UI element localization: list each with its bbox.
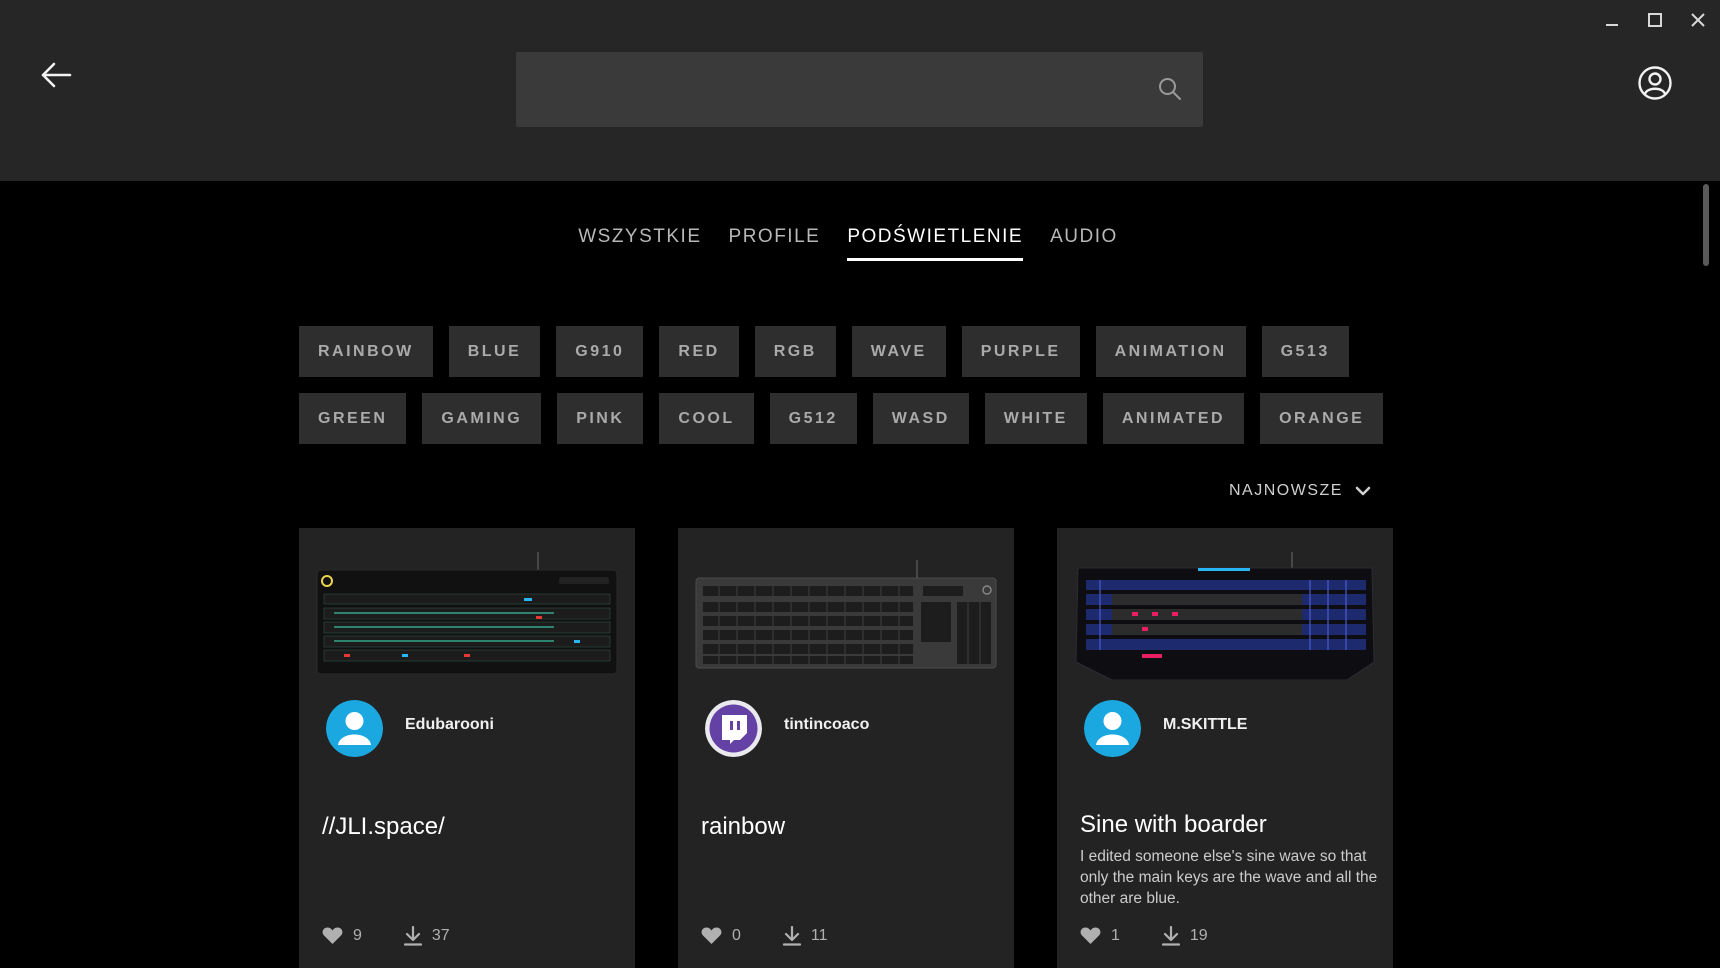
likes-stat[interactable]: 1 [1080,927,1120,945]
card-username[interactable]: M.SKITTLE [1163,716,1247,734]
downloads-count: 19 [1189,927,1208,944]
sort-dropdown[interactable]: NAJNOWSZE [1229,482,1371,500]
chevron-down-icon [1355,486,1371,496]
downloads-stat[interactable]: 37 [403,926,450,946]
scrollbar[interactable] [1703,181,1711,968]
downloads-stat[interactable]: 11 [782,926,828,946]
card-stats: 1 19 [1080,926,1208,946]
card-stats: 9 37 [322,926,450,946]
tab-profile[interactable]: PROFILE [729,226,821,261]
heart-icon [1080,927,1101,944]
category-tabs: WSZYSTKIE PROFILE PODŚWIETLENIE AUDIO [0,226,1720,261]
tag-chip[interactable]: WASD [872,393,969,444]
download-icon [782,926,801,946]
app-header [0,0,1720,181]
avatar[interactable] [326,700,383,757]
search-input[interactable] [516,52,1203,127]
downloads-count: 37 [431,927,450,944]
tab-wszystkie[interactable]: WSZYSTKIE [578,226,701,261]
twitch-avatar[interactable] [705,700,762,757]
tag-chip[interactable]: ANIMATION [1095,326,1246,377]
card-title: rainbow [701,813,786,840]
search-icon[interactable] [1157,76,1183,102]
keyboard-image [693,550,999,680]
likes-count: 1 [1111,927,1120,944]
user-account-icon[interactable] [1637,65,1673,101]
window-maximize-button[interactable] [1641,10,1669,32]
card-username[interactable]: tintincoaco [784,716,869,734]
card-title: //JLI.space/ [322,813,445,840]
card-description: I edited someone else's sine wave so tha… [1080,848,1378,907]
tag-chip[interactable]: G512 [769,393,857,444]
window-minimize-button[interactable] [1598,10,1626,32]
tag-chip[interactable]: COOL [659,393,754,444]
download-icon [1161,926,1180,946]
tag-chip[interactable]: PURPLE [961,326,1080,377]
tag-row: GREEN GAMING PINK COOL G512 WASD WHITE A… [299,393,1384,444]
tag-chip[interactable]: RAINBOW [299,326,433,377]
tag-chip[interactable]: G910 [556,326,644,377]
likes-stat[interactable]: 0 [701,927,741,945]
lighting-card[interactable]: tintincoaco rainbow 0 11 [678,528,1014,968]
tag-chip[interactable]: GREEN [299,393,407,444]
likes-count: 9 [353,927,362,944]
keyboard-image [314,550,620,680]
tag-chip[interactable]: RGB [754,326,836,377]
downloads-count: 11 [810,927,828,944]
lighting-card[interactable]: M.SKITTLE Sine with boarder I edited som… [1057,528,1393,968]
downloads-stat[interactable]: 19 [1161,926,1208,946]
window-close-button[interactable] [1684,10,1712,32]
tag-row: RAINBOW BLUE G910 RED RGB WAVE PURPLE AN… [299,326,1349,377]
tag-chip[interactable]: ANIMATED [1102,393,1245,444]
tag-chip[interactable]: WHITE [984,393,1087,444]
card-username[interactable]: Edubarooni [405,716,494,734]
card-title: Sine with boarder [1080,811,1267,838]
tag-chip[interactable]: GAMING [422,393,542,444]
tag-chip[interactable]: BLUE [448,326,541,377]
likes-count: 0 [732,927,741,944]
back-arrow-icon[interactable] [38,58,74,92]
tag-chip[interactable]: G513 [1261,326,1349,377]
lighting-card[interactable]: Edubarooni //JLI.space/ 9 37 [299,528,635,968]
keyboard-image [1072,550,1378,681]
sort-label: NAJNOWSZE [1229,482,1343,499]
card-stats: 0 11 [701,926,828,946]
download-icon [403,926,422,946]
tag-chip[interactable]: ORANGE [1260,393,1384,444]
avatar[interactable] [1084,700,1141,757]
tag-chip[interactable]: RED [659,326,739,377]
heart-icon [322,927,343,944]
tag-chip[interactable]: PINK [557,393,644,444]
tag-chip[interactable]: WAVE [851,326,946,377]
likes-stat[interactable]: 9 [322,927,362,945]
tab-podswietlenie[interactable]: PODŚWIETLENIE [847,226,1024,261]
tab-audio[interactable]: AUDIO [1050,226,1118,261]
heart-icon [701,927,722,944]
